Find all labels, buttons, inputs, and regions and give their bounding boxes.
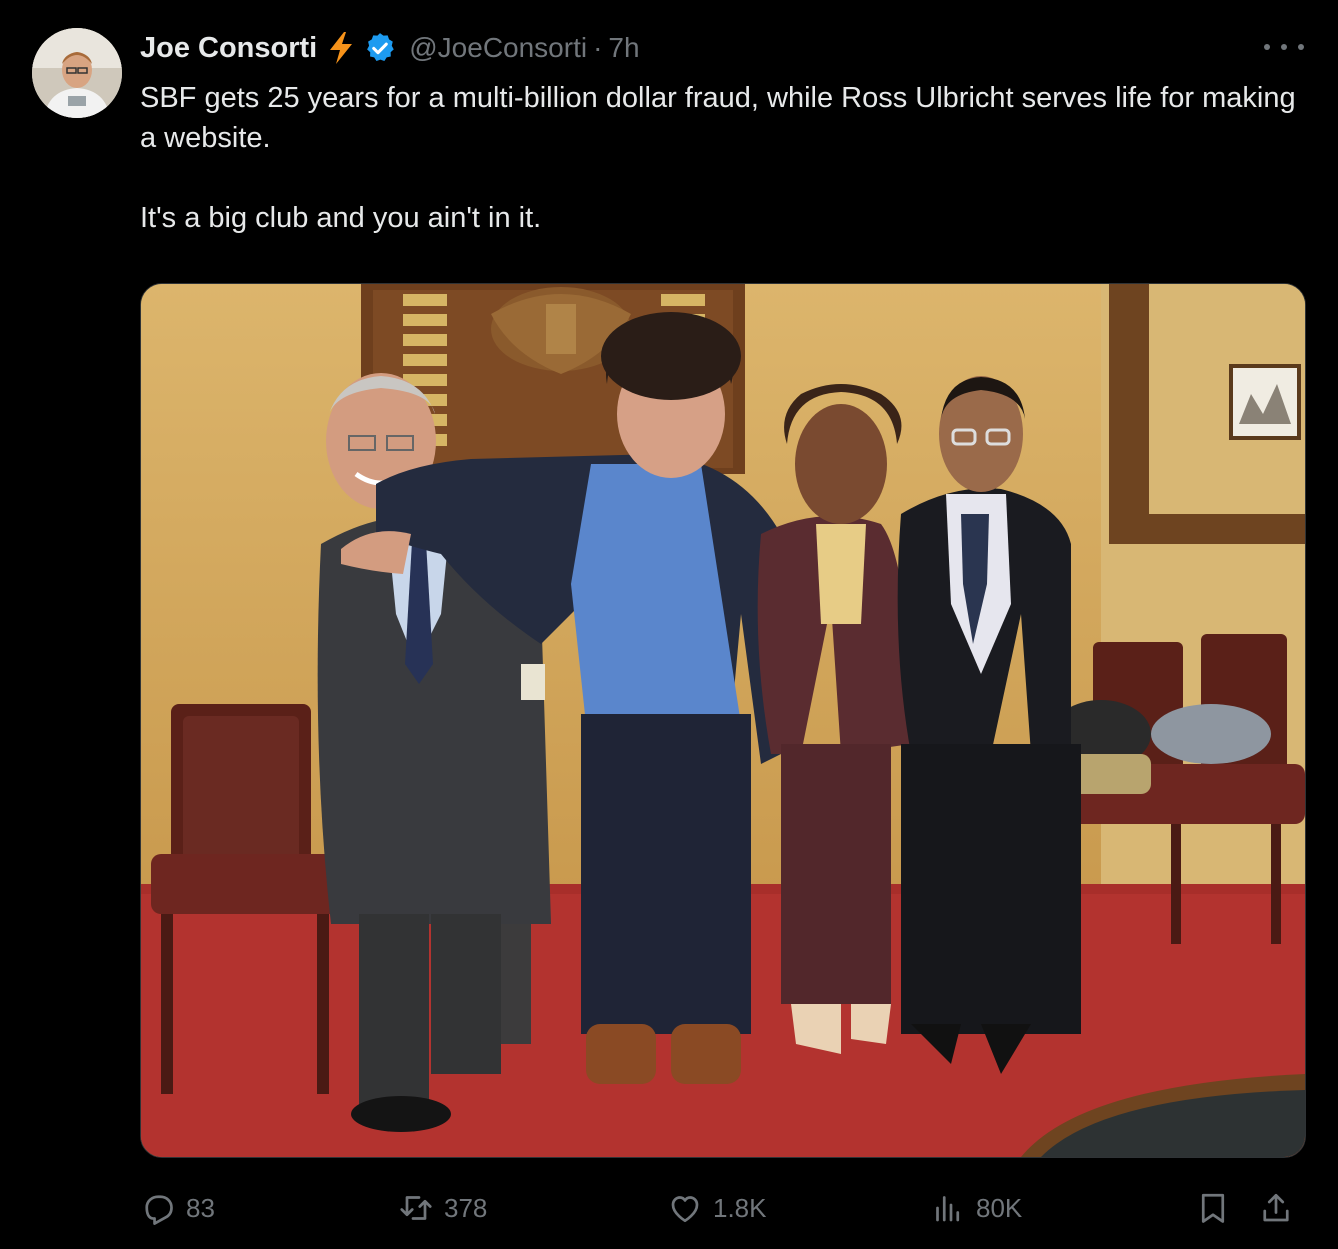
- retweet-button[interactable]: 378: [398, 1180, 487, 1236]
- bookmark-button[interactable]: [1195, 1180, 1231, 1236]
- more-icon[interactable]: [1264, 32, 1304, 62]
- tweet-text-paragraph: It's a big club and you ain't in it.: [140, 202, 542, 234]
- reply-icon: [145, 1195, 173, 1225]
- like-count: 1.8K: [713, 1192, 767, 1223]
- tweet-timestamp[interactable]: 7h: [608, 32, 639, 64]
- retweet-count: 378: [444, 1192, 488, 1223]
- reply-button[interactable]: 83: [140, 1180, 215, 1236]
- tweet-text: SBF gets 25 years for a multi-billion do…: [140, 78, 1310, 238]
- share-icon: [1263, 1193, 1289, 1222]
- bookmark-icon: [1201, 1193, 1225, 1223]
- tweet-actions: 83 378 1.8K 80K: [140, 1180, 1304, 1236]
- verified-badge-icon[interactable]: [363, 31, 397, 65]
- views-icon: [936, 1196, 960, 1222]
- avatar-image: [32, 28, 122, 118]
- author-handle[interactable]: @JoeConsorti: [409, 32, 587, 64]
- retweet-icon: [400, 1196, 432, 1220]
- tweet-header: Joe Consorti @JoeConsorti · 7h: [140, 28, 640, 68]
- views-button[interactable]: 80K: [930, 1180, 1022, 1236]
- author-avatar[interactable]: [32, 28, 122, 118]
- share-button[interactable]: [1258, 1180, 1294, 1236]
- reply-count: 83: [186, 1192, 215, 1223]
- like-button[interactable]: 1.8K: [667, 1180, 767, 1236]
- author-name[interactable]: Joe Consorti: [140, 32, 317, 65]
- tweet-text-paragraph: SBF gets 25 years for a multi-billion do…: [140, 82, 1296, 154]
- photo-illustration: [141, 284, 1305, 1157]
- like-icon: [671, 1196, 699, 1223]
- separator-dot: ·: [593, 32, 603, 63]
- views-count: 80K: [976, 1192, 1023, 1223]
- lightning-bolt-icon: [327, 31, 355, 65]
- tweet-photo[interactable]: [140, 283, 1306, 1158]
